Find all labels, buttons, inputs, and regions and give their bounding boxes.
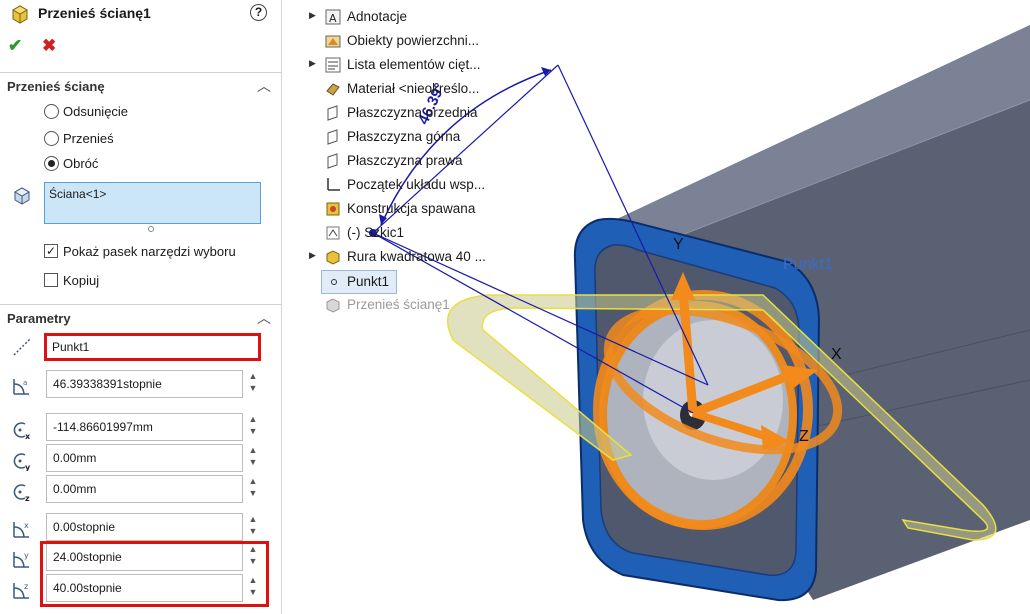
angle-icon: a [11,375,33,397]
x-spinner[interactable]: ▲ ▼ [245,413,261,441]
section-move-face[interactable]: Przenieś ścianę ︿ [0,72,281,100]
z-coordinate-icon: z [11,480,33,503]
svg-text:A: A [329,12,337,25]
radio-move-label: Przenieś [63,131,114,146]
tree-item-selected[interactable]: Punkt1 [321,270,397,294]
tree-item-label: Adnotacje [347,9,408,24]
tree-item-label: Płaszczyzna górna [347,129,461,144]
chevron-up-icon[interactable]: ︿ [257,76,271,96]
rotate-z-icon: z [11,579,33,601]
x-coordinate-icon: x [11,418,33,441]
tree-item-label: Punkt1 [347,274,390,289]
face-icon [12,186,32,206]
check-icon[interactable]: ✔ [8,36,22,56]
plane-icon [325,129,341,145]
rotate-x-icon: x [11,518,33,540]
property-manager: Przenieś ścianę1 ? ✔ ✖ Przenieś ścianę ︿… [0,0,289,614]
selection-box-faces[interactable]: Ściana<1> [44,182,261,224]
section-move-face-label: Przenieś ścianę [7,79,105,94]
tree-item-label: Początek układu wsp... [347,177,486,192]
svg-text:z: z [24,582,28,591]
svg-text:x: x [25,432,31,440]
radio-rotate[interactable] [44,156,59,171]
rotate-x-field[interactable]: 0.00stopnie [46,513,243,541]
copy-label: Kopiuj [63,273,100,288]
chevron-up-icon[interactable]: ︿ [257,308,271,328]
highlight-rotation-fields [40,541,269,607]
axis-x-label: X [831,346,842,363]
expand-arrow-icon[interactable]: ▶ [309,10,316,21]
svg-text:y: y [25,463,31,471]
tree-item-label: Płaszczyzna prawa [347,153,463,168]
tree-item-label: (-) Szkic1 [347,225,404,240]
axis-y-label: Y [673,236,684,253]
z-spinner[interactable]: ▲ ▼ [245,475,261,503]
radio-rotate-label: Obróć [63,156,99,171]
svg-text:z: z [25,494,30,502]
angle-field[interactable]: 46.39338391stopnie [46,370,243,398]
graphics-area[interactable]: 46.39° Punkt1 Y X Z ▶ A Adnotacje Obiekt… [283,0,1030,614]
y-field[interactable]: 0.00mm [46,444,243,472]
panel-title: Przenieś ścianę1 [38,5,151,21]
svg-text:y: y [24,551,29,560]
axis-line-icon [11,336,33,358]
y-coordinate-icon: y [11,449,33,472]
angle-spinner[interactable]: ▲ ▼ [245,370,261,398]
question-circle-icon[interactable]: ? [250,4,267,21]
svg-text:x: x [24,521,29,530]
radio-offset[interactable] [44,104,59,119]
show-toolbar-checkbox[interactable]: ✓ [44,244,58,258]
show-toolbar-label: Pokaż pasek narzędzi wyboru [63,244,236,259]
material-icon [325,81,341,97]
tree-item-label: Rura kwadratowa 40 ... [347,249,486,264]
section-parameters-label: Parametry [7,311,71,326]
tree-item-label: Lista elementów cięt... [347,57,481,72]
move-face-feature-icon [10,4,30,24]
tree-item-label: Materiał <nieokreślo... [347,81,480,96]
svg-text:a: a [23,379,27,387]
y-spinner[interactable]: ▲ ▼ [245,444,261,472]
copy-checkbox[interactable] [44,273,58,287]
tree-item-label: Obiekty powierzchni... [347,33,480,48]
rotate-x-spinner[interactable]: ▲ ▼ [245,513,261,541]
section-parameters[interactable]: Parametry ︿ [0,304,281,332]
plane-icon [325,153,341,169]
tree-item-label: Konstrukcja spawana [347,201,476,216]
tree-item-label: Przenieś ścianę1 [347,297,450,312]
annotation-icon: A [325,9,341,25]
radio-move[interactable] [44,131,59,146]
x-field[interactable]: -114.86601997mm [46,413,243,441]
plane-icon [325,105,341,121]
point-label: Punkt1 [783,256,833,273]
axis-z-label: Z [799,428,809,445]
z-field[interactable]: 0.00mm [46,475,243,503]
close-icon[interactable]: ✖ [42,36,56,56]
cut-list-icon [325,57,341,73]
resize-grip[interactable] [148,226,154,232]
tree-item-label: Płaszczyzna przednia [347,105,478,120]
structural-member-icon [325,249,341,265]
sketch-icon [325,225,341,241]
move-face-icon [325,297,341,313]
rotate-y-icon: y [11,548,33,570]
expand-arrow-icon[interactable]: ▶ [309,58,316,69]
axis-field[interactable]: Punkt1 [44,333,261,361]
point-icon [326,274,342,290]
surface-bodies-icon [325,33,341,49]
radio-offset-label: Odsunięcie [63,104,129,119]
weldment-icon [325,201,341,217]
origin-icon [325,177,341,193]
expand-arrow-icon[interactable]: ▶ [309,250,316,261]
